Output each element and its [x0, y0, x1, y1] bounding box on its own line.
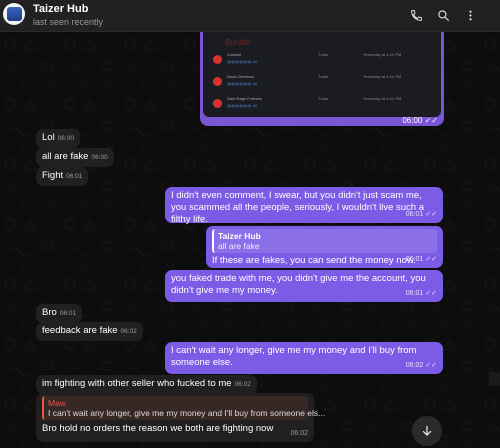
message-time: 06:00 ✓✓ — [402, 116, 438, 125]
screenshot-row-date: Yesterday at 4:31 PM — [363, 52, 402, 57]
stop-icon — [213, 99, 222, 108]
incoming-message[interactable]: Lol 06:00 — [36, 129, 80, 148]
chat-header: Taizer Hub last seen recently — [0, 0, 500, 32]
outgoing-reply-message[interactable]: Taizer Hub all are fake If these are fak… — [206, 226, 443, 268]
message-time: 06:02 — [120, 328, 137, 335]
more-icon[interactable] — [462, 7, 478, 23]
screenshot-row: Contact @@@@@@ ## Trade Yesterday at 4:3… — [203, 50, 441, 70]
reply-quote-text: I can't wait any longer, give me my mone… — [48, 408, 326, 418]
screenshot-row-tag: @@@@@@ ## — [227, 103, 257, 108]
message-time: 06:01 ✓✓ — [405, 211, 437, 218]
outgoing-message[interactable]: I didn't even comment, I swear, but you … — [165, 187, 443, 225]
chat-title-block[interactable]: Taizer Hub last seen recently — [33, 3, 103, 28]
message-time: 06:01 — [66, 173, 83, 180]
message-time: 06:02 ✓✓ — [405, 362, 437, 369]
message-time: 06:02 — [290, 430, 308, 437]
screenshot-row-type: Trade — [318, 74, 329, 79]
message-text: feedback are fake — [42, 325, 118, 336]
message-text: Bro hold no orders the reason we both ar… — [42, 423, 274, 434]
message-text: Lol — [42, 132, 55, 143]
outgoing-message[interactable]: you faked trade with me, you didn't give… — [165, 270, 443, 302]
message-text: Fight — [42, 170, 64, 181]
screenshot-row-date: Yesterday at 4:31 PM — [363, 96, 402, 101]
message-text: Bro — [42, 307, 57, 318]
reply-quote-author: Maw — [48, 398, 66, 408]
screenshot-message[interactable]: Bundle Contact @@@@@@ ## Trade Yesterday… — [200, 32, 444, 126]
screenshot-row-tag: @@@@@@ ## — [227, 81, 257, 86]
chat-area[interactable]: Bundle Contact @@@@@@ ## Trade Yesterday… — [0, 32, 500, 448]
incoming-message[interactable]: im fighting with other seller who fucked… — [36, 375, 257, 394]
avatar[interactable] — [3, 3, 25, 25]
incoming-message[interactable]: Fight 06:01 — [36, 167, 89, 186]
screenshot-row: Dark Rage Fortress @@@@@@ ## Trade Yeste… — [203, 94, 441, 114]
screenshot-row-type: Trade — [318, 52, 329, 57]
message-time: 06:02 — [234, 381, 251, 388]
reply-quote[interactable]: Maw I can't wait any longer, give me my … — [42, 396, 326, 420]
screenshot-row: Nova Overhaul @@@@@@ ## Trade Yesterday … — [203, 72, 441, 92]
message-text: If these are fakes, you can send the mon… — [212, 255, 416, 266]
screenshot-row-name: Contact — [227, 52, 241, 57]
message-text: all are fake — [42, 151, 89, 162]
message-time: 06:01 ✓✓ — [405, 290, 437, 297]
screenshot-header-text: Bundle — [225, 38, 250, 47]
edge-badge — [489, 372, 500, 386]
message-time: 06:00 — [57, 135, 74, 142]
screenshot-row-tag: @@@@@@ ## — [227, 59, 257, 64]
arrow-down-icon — [422, 425, 432, 436]
search-icon[interactable] — [435, 7, 451, 23]
incoming-message[interactable]: feedback are fake 06:02 — [36, 322, 143, 341]
incoming-reply-message[interactable]: Maw I can't wait any longer, give me my … — [36, 393, 326, 442]
screenshot-row-date: Yesterday at 4:31 PM — [363, 74, 402, 79]
message-time: 06:01 — [59, 310, 77, 317]
message-time: 06:00 — [91, 154, 108, 161]
chat-status: last seen recently — [33, 17, 104, 27]
screenshot-row-name: Dark Rage Fortress — [227, 96, 262, 101]
message-text: im fighting with other seller who fucked… — [42, 378, 232, 389]
scroll-to-bottom-button[interactable] — [412, 416, 442, 446]
screenshot-row-name: Nova Overhaul — [227, 74, 254, 79]
outgoing-message[interactable]: I can't wait any longer, give me my mone… — [165, 342, 443, 374]
screenshot-image: Bundle Contact @@@@@@ ## Trade Yesterday… — [203, 32, 441, 117]
reply-quote[interactable]: Taizer Hub all are fake — [212, 229, 437, 253]
incoming-message[interactable]: all are fake 06:00 — [36, 148, 114, 167]
incoming-message[interactable]: Bro 06:01 — [36, 304, 83, 323]
message-text: you faked trade with me, you didn't give… — [171, 273, 426, 296]
reply-quote-author: Taizer Hub — [218, 231, 261, 241]
message-text: I can't wait any longer, give me my mone… — [171, 345, 417, 368]
double-check-icon: ✓✓ — [424, 116, 438, 125]
chat-title: Taizer Hub — [33, 3, 89, 15]
screenshot-row-type: Trade — [318, 96, 329, 101]
reply-quote-text: all are fake — [218, 241, 260, 251]
message-time: 06:01 ✓✓ — [405, 256, 437, 263]
phone-icon[interactable] — [408, 7, 424, 23]
avatar-logo-icon — [6, 7, 22, 21]
stop-icon — [213, 77, 222, 86]
message-text: I didn't even comment, I swear, but you … — [171, 190, 424, 225]
stop-icon — [213, 55, 222, 64]
